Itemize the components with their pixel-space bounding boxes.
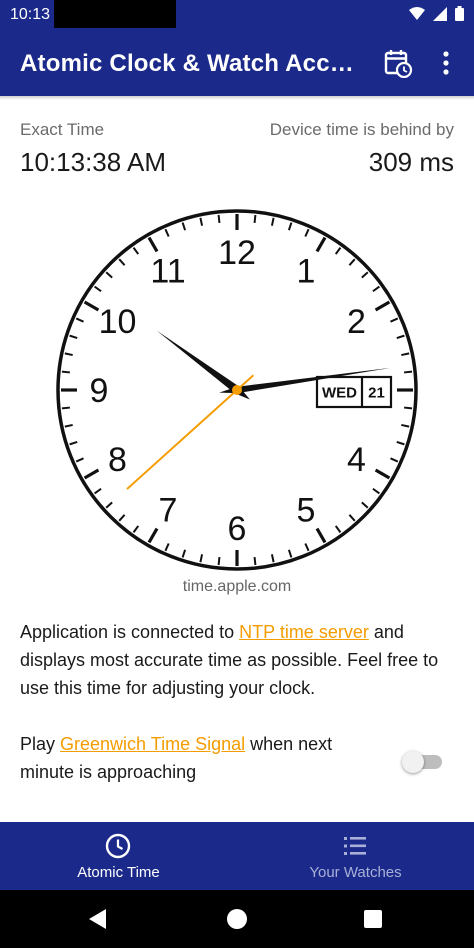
greenwich-signal-link[interactable]: Greenwich Time Signal: [60, 734, 245, 754]
system-navigation-bar: [0, 890, 474, 948]
info-text-before: Application is connected to: [20, 622, 240, 642]
date-number: 21: [368, 385, 385, 402]
app-bar-shadow: [0, 96, 474, 100]
offset-label: Device time is behind by: [269, 120, 454, 139]
status-bar: 10:13: [0, 0, 474, 30]
clock-numeral: 11: [150, 252, 185, 290]
nav-atomic-label: Atomic Time: [77, 864, 160, 881]
signal-toggle[interactable]: [402, 750, 442, 774]
app-title: Atomic Clock & Watch Accuracy: [20, 50, 360, 77]
back-icon[interactable]: [88, 908, 108, 930]
clock-numeral: 7: [159, 492, 178, 530]
wifi-icon: [409, 6, 425, 20]
clock-numeral: 10: [99, 303, 137, 341]
analog-clock: 12 124567891011 WED 21: [56, 209, 418, 571]
clock-numeral: 4: [347, 441, 366, 479]
clock-tick: [61, 406, 71, 410]
clock-numeral: 5: [297, 492, 316, 530]
clock-tick: [61, 370, 71, 374]
signal-icon: [433, 6, 447, 21]
info-paragraph: Application is connected to NTP time ser…: [20, 618, 450, 702]
status-time: 10:13: [10, 6, 51, 23]
clock-numeral: 2: [347, 303, 366, 341]
clock-numeral: 12: [218, 234, 256, 272]
more-vert-icon[interactable]: [436, 50, 456, 76]
system-icons: [409, 6, 464, 21]
clock-numeral: 6: [228, 510, 247, 548]
clock-hub: [232, 385, 242, 395]
bottom-navigation: Atomic Time Your Watches: [0, 822, 474, 890]
clock-tick: [403, 406, 413, 410]
clock-tick: [253, 214, 257, 224]
exact-time-label: Exact Time: [20, 120, 105, 139]
clock-tick: [217, 214, 221, 224]
offset-value: 309 ms: [368, 147, 454, 177]
date-day: WED: [322, 385, 357, 402]
nav-atomic-time[interactable]: Atomic Time: [0, 822, 237, 890]
clock-numeral: 1: [297, 252, 316, 290]
exact-time-value: 10:13:38 AM: [20, 147, 166, 177]
recents-icon[interactable]: [364, 910, 382, 928]
calendar-clock-icon[interactable]: [383, 48, 413, 78]
battery-icon: [455, 6, 464, 21]
clock-numeral: 8: [108, 441, 127, 479]
clock-numeral: 9: [90, 372, 109, 410]
date-window: WED 21: [315, 375, 393, 409]
redacted-area: [54, 0, 176, 28]
clock-tick: [217, 556, 221, 566]
app-bar: Atomic Clock & Watch Accuracy: [0, 30, 474, 96]
server-name: time.apple.com: [182, 578, 292, 595]
nav-your-watches[interactable]: Your Watches: [237, 822, 474, 890]
clock-icon: [105, 833, 131, 859]
clock-tick: [403, 370, 413, 374]
ntp-server-link[interactable]: NTP time server: [239, 622, 369, 642]
signal-paragraph: Play Greenwich Time Signal when next min…: [20, 730, 380, 786]
home-icon[interactable]: [227, 909, 247, 929]
toggle-thumb: [402, 751, 424, 773]
list-icon: [344, 837, 366, 855]
signal-text-before: Play: [20, 734, 61, 754]
clock-tick: [253, 556, 257, 566]
nav-watches-label: Your Watches: [309, 864, 402, 881]
